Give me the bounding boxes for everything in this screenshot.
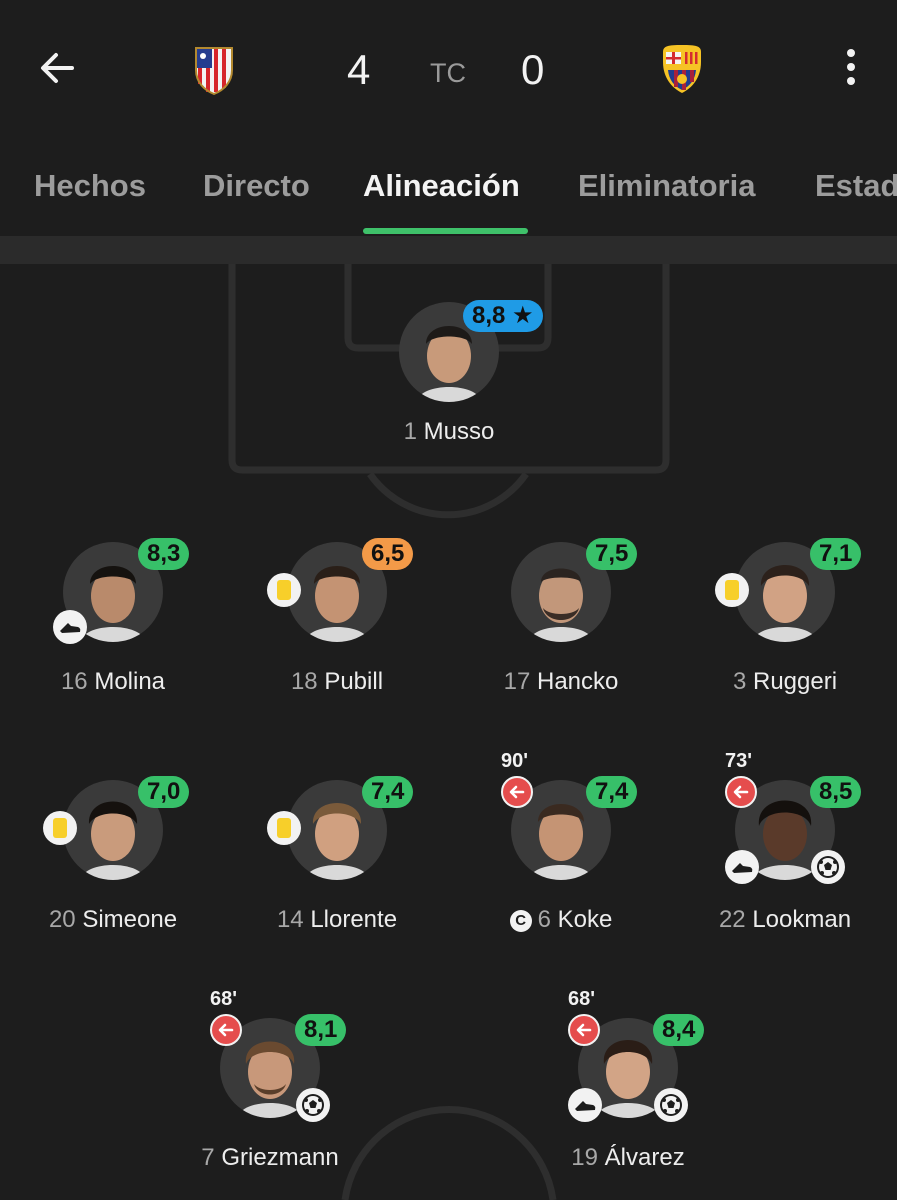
substitution-minute: 68' — [210, 988, 238, 1010]
home-score: 4 — [347, 46, 371, 93]
match-status: TC — [430, 58, 466, 88]
substitution-out-icon — [210, 1014, 242, 1046]
substitution-out-icon — [725, 776, 757, 808]
tab-hechos[interactable]: Hechos — [34, 168, 146, 204]
more-options-button[interactable] — [832, 44, 870, 90]
atletico-madrid-crest[interactable] — [192, 42, 236, 96]
assist-boot-icon — [568, 1088, 602, 1122]
captain-icon: C — [509, 910, 532, 932]
substitution-minute: 68' — [568, 988, 596, 1010]
player-name: 1 Musso — [403, 418, 495, 445]
player-name: 19 Álvarez — [571, 1144, 685, 1171]
active-tab-indicator — [363, 228, 528, 234]
rating-badge: 7,0 — [138, 776, 190, 808]
rating-badge: 8,3 — [138, 538, 190, 570]
player-name: 14 Llorente — [276, 906, 398, 933]
player-name: 18 Pubill — [290, 668, 384, 695]
tabs-divider — [0, 236, 897, 264]
goal-ball-icon — [296, 1088, 330, 1122]
rating-badge: 8,4 — [653, 1014, 705, 1046]
fc-barcelona-crest[interactable] — [660, 42, 704, 96]
star-icon: ★ — [512, 302, 534, 329]
yellow-card-icon — [43, 811, 77, 845]
lineup-pitch: 8,8 ★ 1 Musso 8,3 16 Molina 6,5 18 Pubil… — [0, 264, 897, 1200]
goal-ball-icon — [811, 850, 845, 884]
pitch-markings — [228, 264, 670, 1200]
tab-eliminatoria[interactable]: Eliminatoria — [578, 168, 755, 204]
player-name: 17 Hancko — [503, 668, 619, 695]
match-header: 4 TC 0 — [0, 0, 897, 140]
assist-boot-icon — [53, 610, 87, 644]
yellow-card-icon — [267, 811, 301, 845]
rating-badge: 7,5 — [586, 538, 638, 570]
assist-boot-icon — [725, 850, 759, 884]
goal-ball-icon — [654, 1088, 688, 1122]
rating-badge: 7,4 — [586, 776, 638, 808]
rating-badge: 7,4 — [362, 776, 414, 808]
substitution-minute: 90' — [501, 750, 529, 772]
player-name: C6 Koke — [431, 906, 691, 934]
player-name: 22 Lookman — [718, 906, 852, 933]
substitution-out-icon — [568, 1014, 600, 1046]
player-name: 7 Griezmann — [201, 1144, 339, 1171]
player-name: 3 Ruggeri — [732, 668, 838, 695]
substitution-out-icon — [501, 776, 533, 808]
rating-badge: 8,8 ★ — [463, 300, 543, 332]
rating-badge: 7,1 — [810, 538, 862, 570]
tab-directo[interactable]: Directo — [203, 168, 310, 204]
tab-estadisticas[interactable]: Estad — [815, 168, 897, 204]
arrow-left-icon — [41, 53, 74, 83]
back-button[interactable] — [36, 46, 80, 90]
yellow-card-icon — [267, 573, 301, 607]
tab-alineacion[interactable]: Alineación — [363, 168, 520, 204]
rating-badge: 8,1 — [295, 1014, 347, 1046]
rating-badge: 8,5 — [810, 776, 862, 808]
more-vertical-icon — [847, 49, 855, 85]
away-score: 0 — [521, 46, 545, 93]
rating-badge: 6,5 — [362, 538, 414, 570]
match-tabs: Hechos Directo Alineación Eliminatoria E… — [0, 140, 897, 236]
yellow-card-icon — [715, 573, 749, 607]
substitution-minute: 73' — [725, 750, 753, 772]
